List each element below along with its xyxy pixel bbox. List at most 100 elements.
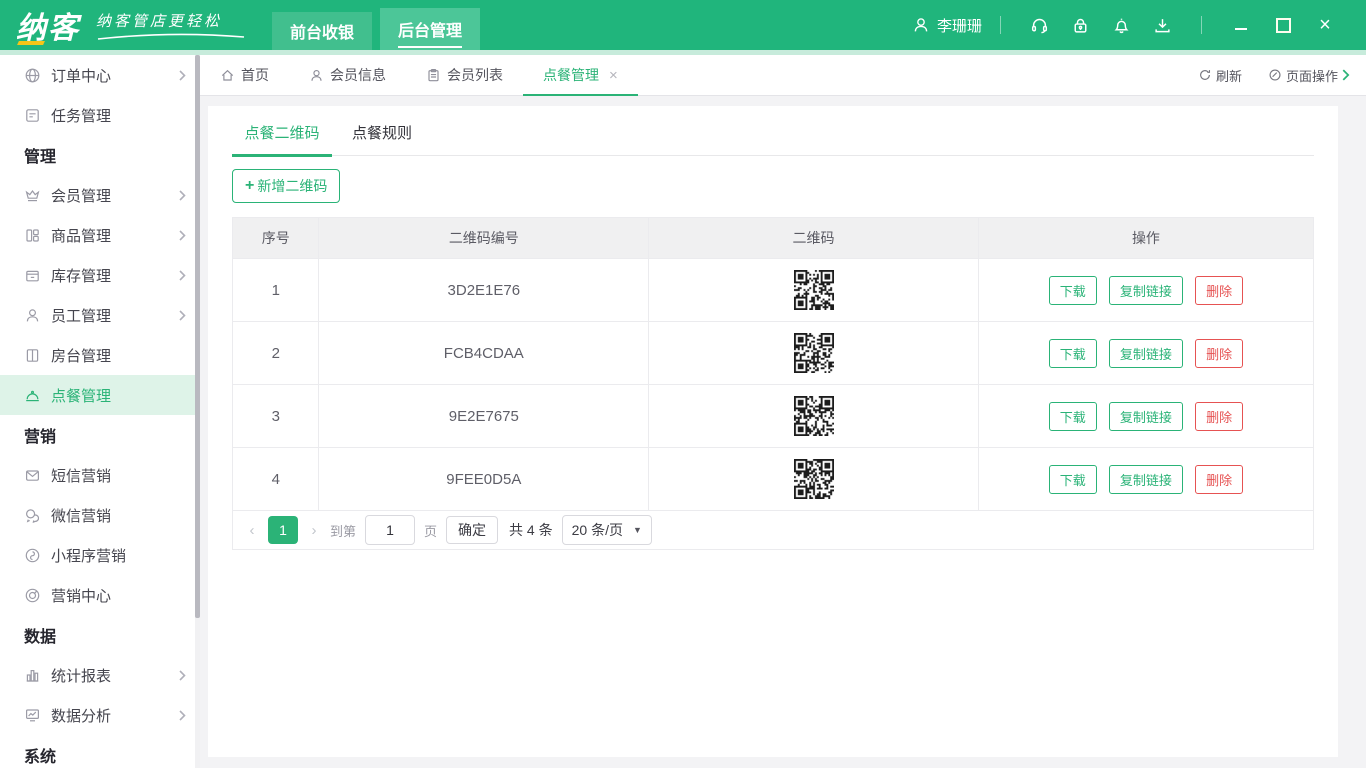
sidebar-item-member-manage[interactable]: 会员管理	[0, 175, 200, 215]
add-qrcode-button[interactable]: + 新增二维码	[232, 169, 340, 203]
confirm-button[interactable]: 确定	[446, 516, 498, 544]
download-button[interactable]: 下载	[1049, 276, 1097, 305]
header-qrcode: 二维码	[649, 218, 979, 259]
sidebar-item-ordering-manage[interactable]: 点餐管理	[0, 375, 200, 415]
sidebar-item-wechat-marketing[interactable]: 微信营销	[0, 495, 200, 535]
window-maximize-button[interactable]	[1275, 17, 1291, 33]
chevron-right-icon	[179, 230, 186, 241]
cell-operations: 下载 复制链接 删除	[978, 385, 1313, 448]
sidebar-item-data-analysis[interactable]: 数据分析	[0, 695, 200, 735]
tab-member-info[interactable]: 会员信息	[289, 55, 406, 95]
goods-icon	[24, 227, 41, 244]
mail-icon	[24, 467, 41, 484]
sidebar-item-miniprogram-marketing[interactable]: 小程序营销	[0, 535, 200, 575]
slogan-wrap: 纳客管店更轻松	[96, 10, 246, 41]
minimize-icon	[1235, 28, 1247, 30]
copy-link-button[interactable]: 复制链接	[1109, 276, 1183, 305]
sidebar-item-goods-manage[interactable]: 商品管理	[0, 215, 200, 255]
topbar: 纳客 纳客管店更轻松 前台收银 后台管理 李珊珊	[0, 0, 1366, 50]
nav-tab-backend-manage[interactable]: 后台管理	[380, 8, 480, 50]
brand: 纳客 纳客管店更轻松	[0, 0, 246, 50]
monitor-icon	[24, 707, 41, 724]
delete-button[interactable]: 删除	[1195, 402, 1243, 431]
sidebar-section-manage: 管理	[0, 135, 200, 175]
copy-link-button[interactable]: 复制链接	[1109, 465, 1183, 494]
page-operations-icon	[1268, 68, 1282, 82]
qrcode-image	[794, 270, 834, 310]
sidebar-scrollbar-thumb[interactable]	[195, 55, 200, 618]
close-icon: ×	[1319, 17, 1331, 33]
total-count: 共 4 条	[509, 520, 553, 540]
content-card: 点餐二维码 点餐规则 + 新增二维码 序号 二维码编号 二维码	[208, 106, 1338, 757]
prev-page-button[interactable]: ‹	[245, 522, 259, 539]
clipboard-icon	[426, 68, 441, 83]
sidebar-item-order-center[interactable]: 订单中心	[0, 55, 200, 95]
header-operations: 操作	[978, 218, 1313, 259]
page-number-button[interactable]: 1	[268, 516, 298, 544]
download-button[interactable]: 下载	[1049, 402, 1097, 431]
delete-button[interactable]: 删除	[1195, 339, 1243, 368]
home-icon	[220, 68, 235, 83]
window-close-button[interactable]: ×	[1317, 17, 1333, 33]
sidebar-item-staff-manage[interactable]: 员工管理	[0, 295, 200, 335]
tab-ordering-rules[interactable]: 点餐规则	[332, 116, 432, 155]
sidebar-item-marketing-center[interactable]: 营销中心	[0, 575, 200, 615]
tab-ordering-qrcode[interactable]: 点餐二维码	[232, 116, 332, 155]
chart-icon	[24, 667, 41, 684]
tab-close-icon[interactable]: ×	[609, 67, 618, 84]
cell-operations: 下载 复制链接 删除	[978, 322, 1313, 385]
table-row: 3 9E2E7675 下载 复制链接 删除	[233, 385, 1314, 448]
cell-code: 3D2E1E76	[319, 259, 649, 322]
sidebar-item-inventory-manage[interactable]: 库存管理	[0, 255, 200, 295]
qrcode-image	[794, 396, 834, 436]
tab-ordering-manage[interactable]: 点餐管理 ×	[523, 55, 638, 95]
copy-link-button[interactable]: 复制链接	[1109, 339, 1183, 368]
nav-tab-front-cashier[interactable]: 前台收银	[272, 12, 372, 50]
cell-code: 9FEE0D5A	[319, 448, 649, 511]
next-page-button[interactable]: ›	[307, 522, 321, 539]
sidebar-scrollbar-track[interactable]	[195, 55, 200, 768]
divider	[1000, 16, 1001, 34]
sidebar-section-marketing: 营销	[0, 415, 200, 455]
cell-index: 3	[233, 385, 319, 448]
tabbar-actions: 刷新 页面操作	[1198, 55, 1366, 95]
sidebar-item-room-manage[interactable]: 房台管理	[0, 335, 200, 375]
page-size-select[interactable]: 20 条/页 ▼	[562, 515, 652, 545]
cell-code: 9E2E7675	[319, 385, 649, 448]
chevron-right-icon	[179, 710, 186, 721]
goto-page-input[interactable]	[365, 515, 415, 545]
copy-link-button[interactable]: 复制链接	[1109, 402, 1183, 431]
cell-qrcode	[649, 259, 979, 322]
download-button[interactable]	[1153, 16, 1172, 35]
page-operations-button[interactable]: 页面操作	[1268, 66, 1350, 85]
window-minimize-button[interactable]	[1233, 17, 1249, 33]
refresh-button[interactable]: 刷新	[1198, 66, 1242, 85]
delete-button[interactable]: 删除	[1195, 276, 1243, 305]
sidebar-item-task-manage[interactable]: 任务管理	[0, 95, 200, 135]
tab-home[interactable]: 首页	[200, 55, 289, 95]
user-menu[interactable]: 李珊珊	[912, 15, 982, 36]
sidebar-item-statistics-report[interactable]: 统计报表	[0, 655, 200, 695]
header-code: 二维码编号	[319, 218, 649, 259]
chevron-right-icon	[1342, 69, 1350, 81]
topbar-right: 李珊珊 ×	[912, 0, 1366, 50]
delete-button[interactable]: 删除	[1195, 465, 1243, 494]
cell-qrcode	[649, 448, 979, 511]
tab-member-list[interactable]: 会员列表	[406, 55, 523, 95]
user-name: 李珊珊	[937, 15, 982, 36]
miniprogram-icon	[24, 547, 41, 564]
wechat-icon	[24, 507, 41, 524]
lock-button[interactable]	[1071, 16, 1090, 35]
content-area: 点餐二维码 点餐规则 + 新增二维码 序号 二维码编号 二维码	[200, 96, 1366, 768]
divider	[1201, 16, 1202, 34]
download-button[interactable]: 下载	[1049, 339, 1097, 368]
app-window: 纳客 纳客管店更轻松 前台收银 后台管理 李珊珊	[0, 0, 1366, 768]
download-button[interactable]: 下载	[1049, 465, 1097, 494]
notifications-button[interactable]	[1112, 16, 1131, 35]
sidebar-item-sms-marketing[interactable]: 短信营销	[0, 455, 200, 495]
cell-index: 1	[233, 259, 319, 322]
person-icon	[24, 307, 41, 324]
slogan-underline	[96, 33, 246, 41]
support-button[interactable]	[1030, 16, 1049, 35]
box-icon	[24, 267, 41, 284]
